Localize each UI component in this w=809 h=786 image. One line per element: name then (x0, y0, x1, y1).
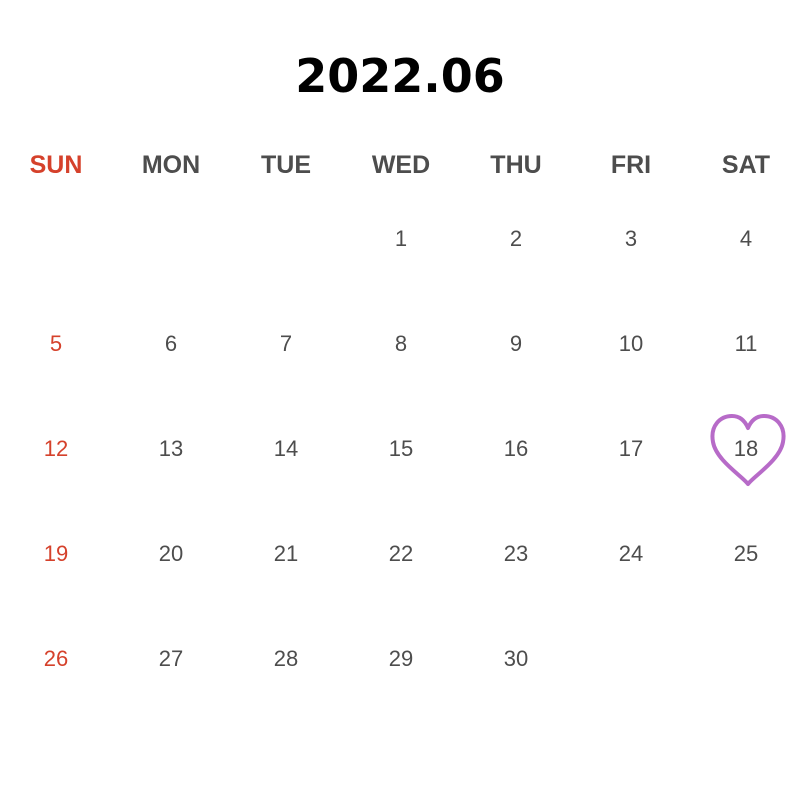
day-cell[interactable]: 20 (131, 537, 211, 571)
day-cell[interactable]: 15 (361, 432, 441, 466)
day-cell[interactable]: 13 (131, 432, 211, 466)
day-cell[interactable]: 21 (246, 537, 326, 571)
calendar: 2022.06 SUN MON TUE WED THU FRI SAT 1 2 … (0, 0, 809, 786)
week-row-3: 12 13 14 15 16 17 18 (0, 432, 809, 466)
weekday-fri: FRI (610, 151, 652, 179)
week-row-5: 26 27 28 29 30 (0, 642, 809, 676)
day-cell[interactable]: 26 (16, 642, 96, 676)
heart-icon (710, 414, 786, 486)
day-cell[interactable]: 4 (706, 222, 786, 256)
day-cell[interactable]: 6 (131, 327, 211, 361)
day-cell[interactable]: 12 (16, 432, 96, 466)
day-cell[interactable]: 19 (16, 537, 96, 571)
day-cell[interactable]: 17 (591, 432, 671, 466)
weekday-mon: MON (141, 151, 201, 179)
day-cell[interactable]: 24 (591, 537, 671, 571)
week-row-2: 5 6 7 8 9 10 11 (0, 327, 809, 361)
day-cell[interactable]: 2 (476, 222, 556, 256)
day-cell[interactable]: 10 (591, 327, 671, 361)
weekday-header: SUN MON TUE WED THU FRI SAT (0, 148, 809, 182)
day-cell[interactable]: 1 (361, 222, 441, 256)
day-cell[interactable]: 22 (361, 537, 441, 571)
day-cell[interactable]: 9 (476, 327, 556, 361)
day-cell[interactable]: 25 (706, 537, 786, 571)
weekday-tue: TUE (261, 151, 311, 179)
day-cell[interactable]: 8 (361, 327, 441, 361)
day-cell[interactable]: 30 (476, 642, 556, 676)
week-row-1: 1 2 3 4 (0, 222, 809, 256)
day-cell[interactable]: 5 (16, 327, 96, 361)
day-cell[interactable]: 29 (361, 642, 441, 676)
weekday-wed: WED (371, 151, 431, 179)
day-cell[interactable]: 3 (591, 222, 671, 256)
day-cell[interactable]: 27 (131, 642, 211, 676)
week-row-4: 19 20 21 22 23 24 25 (0, 537, 809, 571)
day-cell[interactable]: 16 (476, 432, 556, 466)
day-cell[interactable]: 14 (246, 432, 326, 466)
weekday-thu: THU (490, 151, 542, 179)
day-cell[interactable]: 7 (246, 327, 326, 361)
weekday-sun: SUN (29, 151, 83, 179)
weekday-sat: SAT (721, 151, 771, 179)
day-cell[interactable]: 23 (476, 537, 556, 571)
calendar-title: 2022.06 (295, 49, 505, 103)
day-cell[interactable]: 11 (706, 327, 786, 361)
day-cell[interactable]: 28 (246, 642, 326, 676)
